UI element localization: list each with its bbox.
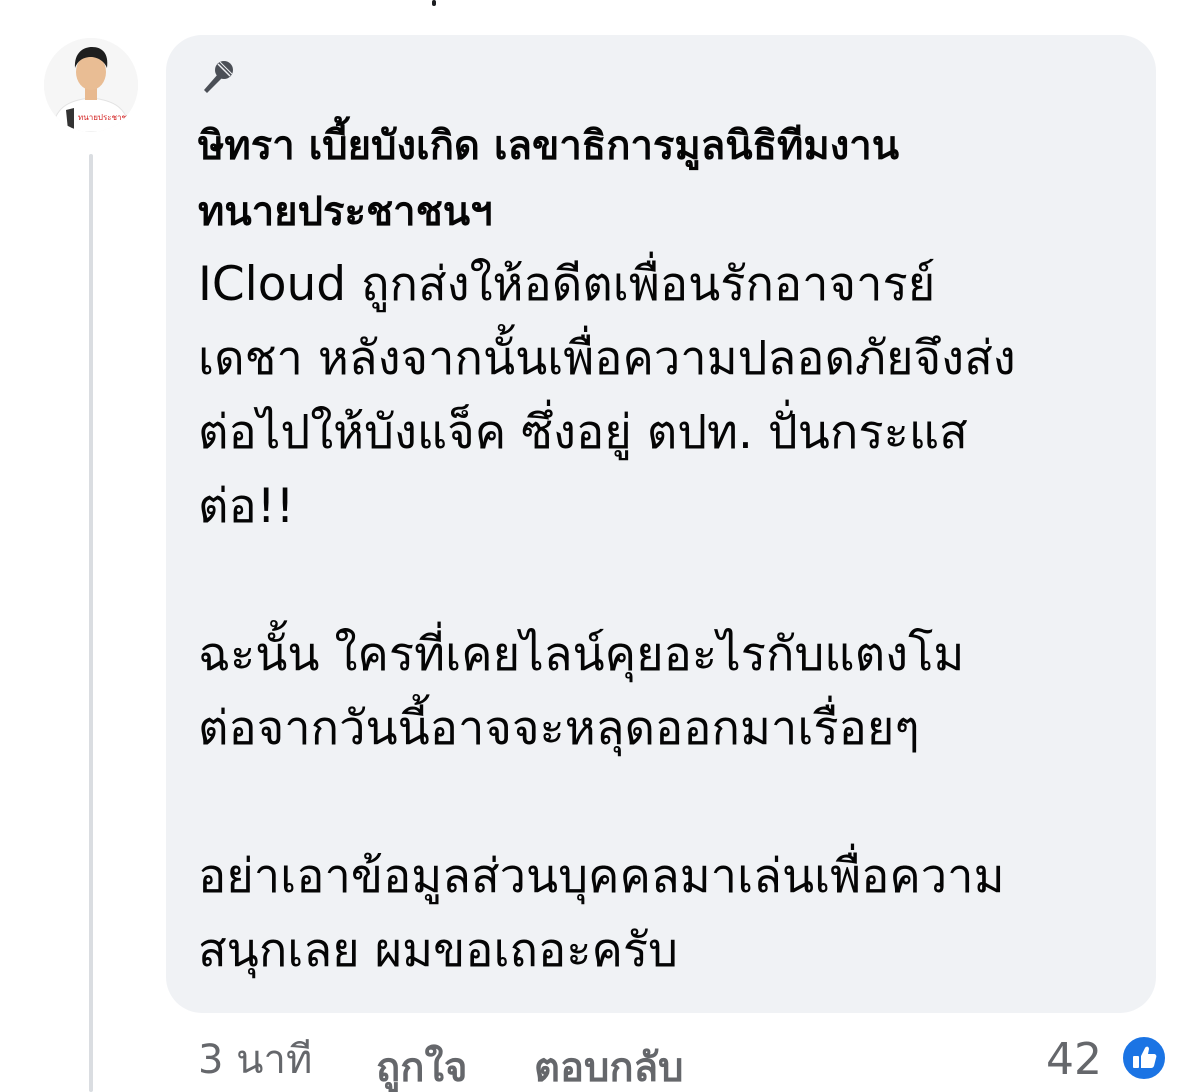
previous-comment-fragment xyxy=(432,0,436,6)
comment-paragraph: อย่าเอาข้อมูลส่วนบุคคลมาเล่นเพื่อความ สน… xyxy=(198,840,1148,988)
author-line: ทนายประชาชนฯ xyxy=(198,189,493,235)
comment-line: ฉะนั้น ใครที่เคยไลน์คุยอะไรกับแตงโม xyxy=(198,627,965,682)
comment-paragraph: ICloud ถูกส่งให้อดีตเพื่อนรักอาจารย์ เดช… xyxy=(198,248,1148,544)
comment-line: ICloud ถูกส่งให้อดีตเพื่อนรักอาจารย์ xyxy=(198,257,936,312)
microphone-icon xyxy=(198,58,238,96)
comment-timestamp[interactable]: 3 นาที xyxy=(198,1030,312,1090)
comment-line: ต่อ!! xyxy=(198,479,295,534)
reply-button[interactable]: ตอบกลับ xyxy=(534,1038,684,1092)
comment-line: สนุกเลย ผมขอเถอะครับ xyxy=(198,923,679,978)
like-button[interactable]: ถูกใจ xyxy=(376,1038,467,1092)
comment-author[interactable]: ษิทรา เบี้ยบังเกิด เลขาธิการมูลนิธิทีมงา… xyxy=(198,113,1098,245)
avatar-photo: ทนายประชาชน xyxy=(44,38,138,132)
avatar-shirt-print: ทนายประชาชน xyxy=(78,113,133,122)
comment-line: เดชา หลังจากนั้นเพื่อความปลอดภัยจึงส่ง xyxy=(198,331,1016,386)
comment-line: อย่าเอาข้อมูลส่วนบุคคลมาเล่นเพื่อความ xyxy=(198,849,1005,904)
comment-thread: ทนายประชาชน ษิทรา เบี้ยบังเกิด เลขาธิการ… xyxy=(0,0,1200,1092)
thread-connector-line xyxy=(89,154,93,1092)
comment-line: ต่อจากวันนี้อาจจะหลุดออกมาเรื่อยๆ xyxy=(198,701,920,756)
reaction-count[interactable]: 42 xyxy=(1046,1030,1102,1090)
thumbs-up-icon[interactable] xyxy=(1120,1034,1168,1082)
author-line: ษิทรา เบี้ยบังเกิด เลขาธิการมูลนิธิทีมงา… xyxy=(198,123,900,169)
comment-body: ICloud ถูกส่งให้อดีตเพื่อนรักอาจารย์ เดช… xyxy=(198,248,1148,988)
comment-paragraph: ฉะนั้น ใครที่เคยไลน์คุยอะไรกับแตงโม ต่อจ… xyxy=(198,618,1148,766)
avatar[interactable]: ทนายประชาชน xyxy=(44,38,138,132)
comment-line: ต่อไปให้บังแจ็ค ซึ่งอยู่ ตปท. ปั่นกระแส xyxy=(198,405,968,460)
